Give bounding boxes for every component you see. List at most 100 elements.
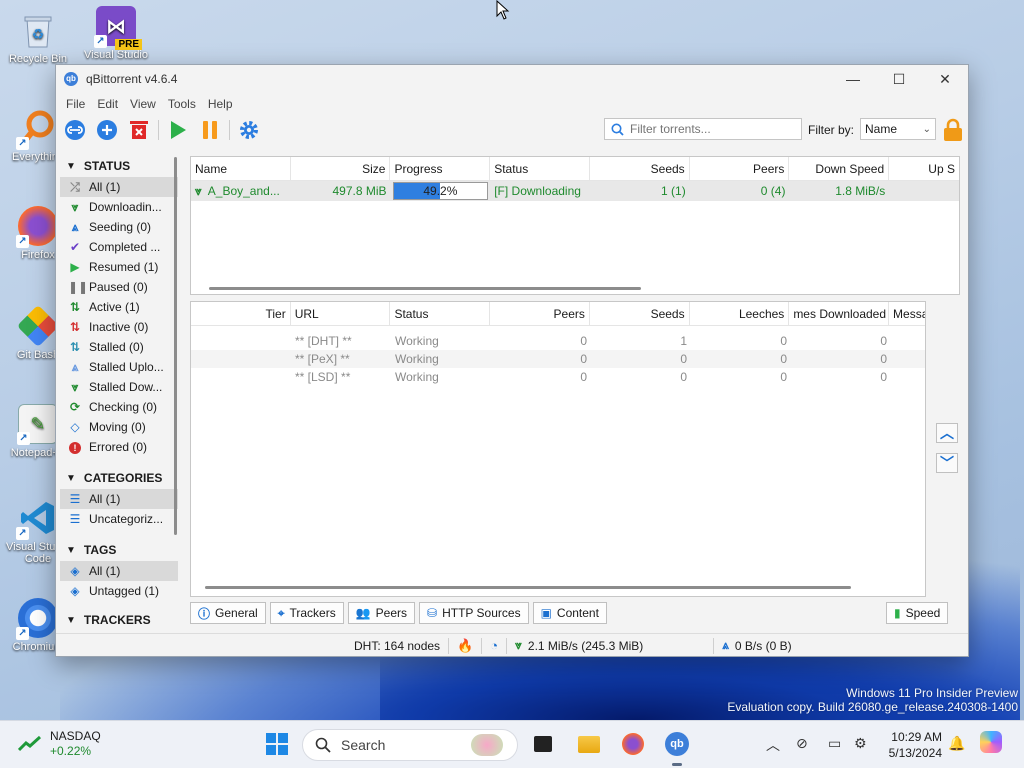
add-torrent-link-button[interactable] [62, 117, 88, 143]
tab-http-sources[interactable]: ⛁ HTTP Sources [419, 602, 529, 624]
trackers-section-header[interactable]: ▼ TRACKERS [60, 609, 178, 631]
add-torrent-file-button[interactable] [94, 117, 120, 143]
column-header-up-speed[interactable]: Up S [889, 157, 959, 181]
task-view-button[interactable] [530, 731, 556, 757]
copilot-button[interactable] [980, 731, 1002, 756]
column-header-peers[interactable]: Peers [490, 302, 590, 326]
column-header-url[interactable]: URL [291, 302, 391, 326]
tab-peers[interactable]: 👥 Peers [347, 602, 416, 624]
desktop-icon-visual-studio[interactable]: ⋈ ↗ PRE Visual Studio [80, 6, 152, 61]
menu-file[interactable]: File [60, 97, 91, 111]
notification-button[interactable]: 🔔 [948, 735, 965, 752]
minimize-button[interactable]: — [830, 65, 876, 93]
sidebar-item-errored[interactable]: ! Errored (0) [60, 437, 178, 457]
stock-widget[interactable]: NASDAQ +0.22% [18, 729, 101, 759]
column-header-peers[interactable]: Peers [690, 157, 790, 181]
sidebar-item-label: Downloadin... [89, 200, 162, 214]
download-speed-status[interactable]: ⩔ 2.1 MiB/s (245.3 MiB) [507, 634, 713, 658]
sidebar-item-label: Inactive (0) [89, 320, 149, 334]
column-header-message[interactable]: Messa [889, 302, 925, 326]
sidebar-item-all[interactable]: ⤮ All (1) [60, 177, 178, 197]
table-row[interactable]: ** [PeX] ** Working 0 0 0 0 [191, 350, 925, 368]
tab-general[interactable]: ⓘ General [190, 602, 266, 624]
column-header-down-speed[interactable]: Down Speed [789, 157, 890, 181]
sidebar-item-inactive[interactable]: ⇅ Inactive (0) [60, 317, 178, 337]
table-row[interactable]: ** [DHT] ** Working 0 1 0 0 [191, 332, 925, 350]
table-row[interactable]: ⩔ A_Boy_and... 497.8 MiB 49.2% [F] Downlo… [191, 181, 959, 201]
filter-torrents-input[interactable] [630, 122, 801, 136]
sidebar-item-stalled-uploading[interactable]: ⩓ Stalled Uplo... [60, 357, 178, 377]
sidebar-scrollbar[interactable] [174, 157, 177, 535]
sidebar-item-stalled-downloading[interactable]: ⩔ Stalled Dow... [60, 377, 178, 397]
options-button[interactable] [236, 117, 262, 143]
accessibility-tray-button[interactable]: ⚙ [854, 735, 867, 752]
network-tray-button[interactable]: ⊘ [796, 735, 808, 752]
move-tracker-down-button[interactable]: ﹀ [936, 453, 958, 473]
chevron-down-icon: ▼ [66, 472, 76, 484]
resume-button[interactable] [165, 117, 191, 143]
sidebar-tag-all[interactable]: ◈ All (1) [60, 561, 178, 581]
column-header-tier[interactable]: Tier [191, 302, 291, 326]
play-icon [171, 121, 186, 139]
column-header-progress[interactable]: Progress [390, 157, 491, 181]
column-header-status[interactable]: Status [490, 157, 590, 181]
qbittorrent-taskbar-button[interactable]: qb [664, 731, 690, 757]
upload-speed-status[interactable]: ⩓ 0 B/s (0 B) [714, 634, 799, 658]
tracker-status: Working [395, 352, 439, 366]
sidebar-item-stalled[interactable]: ⇅ Stalled (0) [60, 337, 178, 357]
move-tracker-up-button[interactable]: ︿ [936, 423, 958, 443]
file-explorer-button[interactable] [576, 731, 602, 757]
sidebar-item-paused[interactable]: ❚❚ Paused (0) [60, 277, 178, 297]
taskbar-clock[interactable]: 10:29 AM 5/13/2024 [880, 729, 942, 761]
tags-section-header[interactable]: ▼ TAGS [60, 539, 178, 561]
start-button[interactable] [264, 731, 290, 757]
close-button[interactable]: ✕ [922, 65, 968, 93]
sidebar-tag-untagged[interactable]: ◈ Untagged (1) [60, 581, 178, 601]
desktop-icon-recycle-bin[interactable]: ♻ Recycle Bin [2, 10, 74, 65]
menu-view[interactable]: View [124, 97, 162, 111]
sidebar-item-resumed[interactable]: ▶ Resumed (1) [60, 257, 178, 277]
menu-help[interactable]: Help [202, 97, 239, 111]
categories-section-header[interactable]: ▼ CATEGORIES [60, 467, 178, 489]
tab-trackers[interactable]: ⌖ Trackers [269, 602, 344, 624]
menu-edit[interactable]: Edit [91, 97, 124, 111]
firefox-taskbar-button[interactable] [620, 731, 646, 757]
sidebar-category-all[interactable]: ☰ All (1) [60, 489, 178, 509]
delete-torrent-button[interactable] [126, 117, 152, 143]
trackers-table-scrollbar[interactable] [205, 586, 851, 589]
maximize-button[interactable]: ☐ [876, 65, 922, 93]
table-row[interactable]: ** [LSD] ** Working 0 0 0 0 [191, 368, 925, 386]
column-header-seeds[interactable]: Seeds [590, 302, 690, 326]
tray-overflow-button[interactable]: ︿ [766, 735, 780, 755]
sidebar-category-uncategorized[interactable]: ☰ Uncategoriz... [60, 509, 178, 529]
torrent-list-scrollbar[interactable] [209, 287, 641, 290]
sidebar-item-moving[interactable]: ◇ Moving (0) [60, 417, 178, 437]
tab-content[interactable]: ▣ Content [532, 602, 607, 624]
windows-watermark: Windows 11 Pro Insider Preview Evaluatio… [727, 686, 1018, 714]
column-header-size[interactable]: Size [291, 157, 391, 181]
column-header-seeds[interactable]: Seeds [590, 157, 690, 181]
column-header-name[interactable]: Name [191, 157, 291, 181]
upload-speed-text: 0 B/s (0 B) [734, 638, 792, 653]
column-header-times-downloaded[interactable]: mes Downloaded [789, 302, 890, 326]
filter-torrents-field[interactable] [604, 118, 802, 140]
filter-by-select[interactable]: Name ⌄ [860, 118, 936, 140]
pause-button[interactable] [197, 117, 223, 143]
column-header-status[interactable]: Status [390, 302, 491, 326]
firewall-status[interactable]: 🔥 [449, 634, 481, 658]
menu-tools[interactable]: Tools [162, 97, 202, 111]
tab-speed[interactable]: ▮ Speed [886, 602, 949, 624]
lock-button[interactable] [942, 118, 964, 142]
tracker-url: ** [DHT] ** [295, 334, 352, 348]
taskbar-search[interactable]: Search [302, 729, 518, 761]
speed-limit-toggle[interactable]: ◔ [482, 634, 506, 658]
sidebar-item-active[interactable]: ⇅ Active (1) [60, 297, 178, 317]
sidebar-item-checking[interactable]: ⟳ Checking (0) [60, 397, 178, 417]
sidebar-item-downloading[interactable]: ⩔ Downloadin... [60, 197, 178, 217]
status-section-header[interactable]: ▼ STATUS [60, 155, 178, 177]
title-bar[interactable]: qb qBittorrent v4.6.4 — ☐ ✕ [56, 65, 968, 93]
sidebar-item-seeding[interactable]: ⩓ Seeding (0) [60, 217, 178, 237]
display-tray-button[interactable]: ▭ [828, 735, 841, 752]
sidebar-item-completed[interactable]: ✔ Completed ... [60, 237, 178, 257]
column-header-leeches[interactable]: Leeches [690, 302, 790, 326]
